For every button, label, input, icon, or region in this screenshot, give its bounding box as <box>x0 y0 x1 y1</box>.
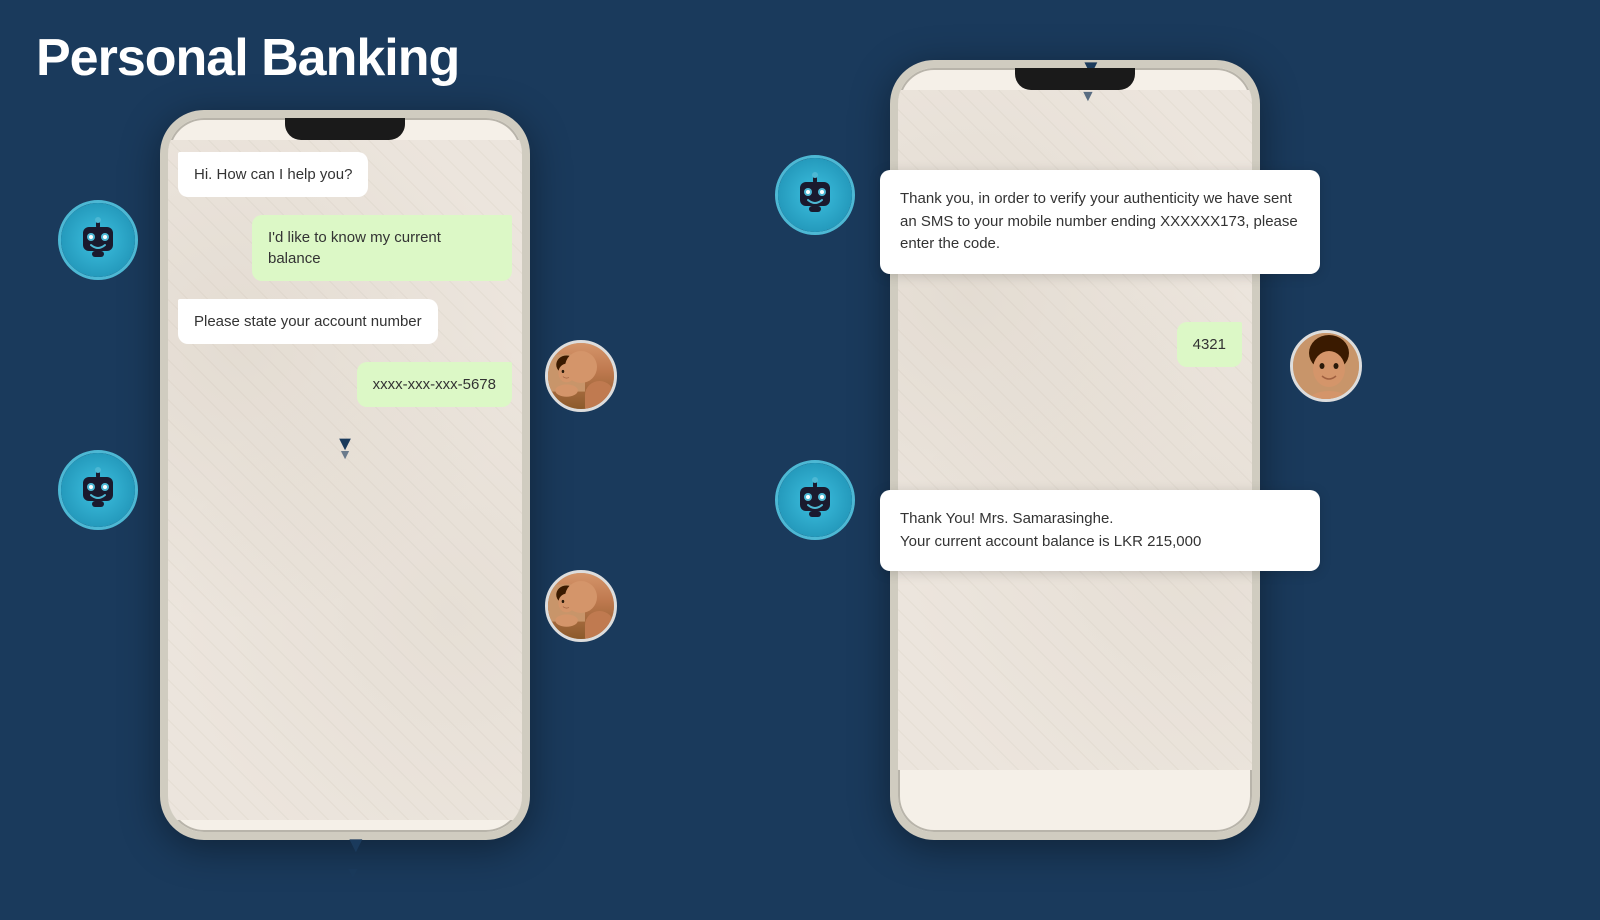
user-avatar-1 <box>545 340 617 412</box>
phone-notch-1 <box>285 118 405 140</box>
human-face-2 <box>548 573 614 639</box>
bot-avatar-1 <box>58 200 138 280</box>
human-face-1 <box>548 343 614 409</box>
chat-row-otp: 4321 <box>908 322 1242 367</box>
phone-notch-2 <box>1015 68 1135 90</box>
bot-avatar-3 <box>775 155 855 235</box>
chat-bubble-otp: 4321 <box>1177 322 1242 367</box>
chat-row-user-2: xxxx-xxx-xxx-5678 <box>178 362 512 407</box>
phone-screen-1: Hi. How can I help you? I'd like to know… <box>168 140 522 820</box>
chat-bubble-user-2: xxxx-xxx-xxx-5678 <box>357 362 512 407</box>
bot-avatar-2 <box>58 450 138 530</box>
phone-2: 4321 <box>890 60 1260 840</box>
chat-row-bot-1: Hi. How can I help you? <box>178 152 512 197</box>
chat-bubble-user-1: I'd like to know my current balance <box>252 215 512 281</box>
phone-screen-2: 4321 <box>898 90 1252 770</box>
page-title: Personal Banking <box>36 28 459 88</box>
phone-1: Hi. How can I help you? I'd like to know… <box>160 110 530 840</box>
chat-bubble-bot-1: Hi. How can I help you? <box>178 152 368 197</box>
scroll-arrow-phone1[interactable]: ▼ ▼ <box>178 425 512 466</box>
scroll-down-arrow-1[interactable]: ▼ ▼ <box>345 832 367 884</box>
bot-avatar-4 <box>775 460 855 540</box>
speech-card-2: Thank You! Mrs. Samarasinghe. Your curre… <box>880 490 1320 571</box>
chat-row-user-1: I'd like to know my current balance <box>178 215 512 281</box>
user-avatar-3 <box>1290 330 1362 402</box>
scroll-arrow-phone2[interactable] <box>908 535 1242 547</box>
chat-row-bot-2: Please state your account number <box>178 299 512 344</box>
chat-bubble-bot-2: Please state your account number <box>178 299 438 344</box>
user-avatar-2 <box>545 570 617 642</box>
